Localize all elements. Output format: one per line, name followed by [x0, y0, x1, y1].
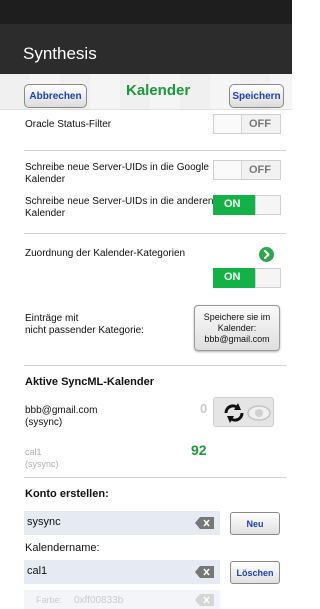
uids-other-label: Schreibe neue Server-UIDs in die anderen…	[25, 196, 214, 219]
save-to-calendar-button[interactable]: Speichere sie im Kalender: bbb@gmail.com	[194, 305, 280, 351]
oracle-filter-label: Oracle Status-Filter	[25, 119, 112, 130]
backspace-icon	[195, 594, 214, 606]
sync-calendars-title: Aktive SyncML-Kalender	[25, 376, 154, 388]
create-account-title: Konto erstellen:	[25, 488, 109, 500]
uids-other-toggle[interactable]: ON	[213, 195, 281, 215]
eye-icon	[247, 405, 271, 421]
backspace-icon	[195, 517, 214, 529]
delete-button[interactable]: Löschen	[230, 561, 280, 584]
oracle-filter-toggle[interactable]: OFF	[213, 114, 281, 134]
category-mapping-toggle[interactable]: ON	[213, 268, 281, 288]
unmatched-entries-label: Einträge mit nicht passender Kategorie:	[25, 313, 144, 336]
divider	[24, 365, 286, 366]
list-item: cal1 (sysync)	[25, 447, 59, 469]
chevron-right-icon[interactable]	[259, 247, 274, 262]
save-button[interactable]: Speichern	[229, 84, 284, 108]
color-field[interactable]: Farbe: 0xff00833b	[24, 590, 220, 609]
app-title: Synthesis	[23, 44, 97, 63]
account-field[interactable]: sysync	[24, 511, 220, 535]
calendar-count: 0	[200, 401, 208, 416]
sync-button[interactable]	[213, 397, 274, 427]
divider	[24, 477, 286, 478]
calendar-name-field[interactable]: cal1	[24, 560, 220, 584]
uids-google-label: Schreibe neue Server-UIDs in die Google …	[25, 162, 209, 185]
calendar-title: Kalender	[126, 82, 191, 99]
divider	[24, 150, 286, 151]
sync-icon	[224, 403, 271, 423]
new-button[interactable]: Neu	[230, 512, 280, 535]
list-item: bbb@gmail.com (sysync)	[25, 405, 98, 428]
app-bar: Synthesis	[0, 24, 292, 74]
calendar-count: 92	[191, 442, 207, 458]
divider	[24, 233, 286, 234]
calendar-name-label: Kalendername:	[25, 542, 100, 554]
backspace-icon	[195, 566, 214, 578]
cancel-button[interactable]: Abbrechen	[24, 84, 87, 108]
status-bar	[0, 0, 292, 24]
category-mapping-label: Zuordnung der Kalender-Kategorien	[25, 248, 186, 259]
uids-google-toggle[interactable]: OFF	[213, 160, 281, 180]
